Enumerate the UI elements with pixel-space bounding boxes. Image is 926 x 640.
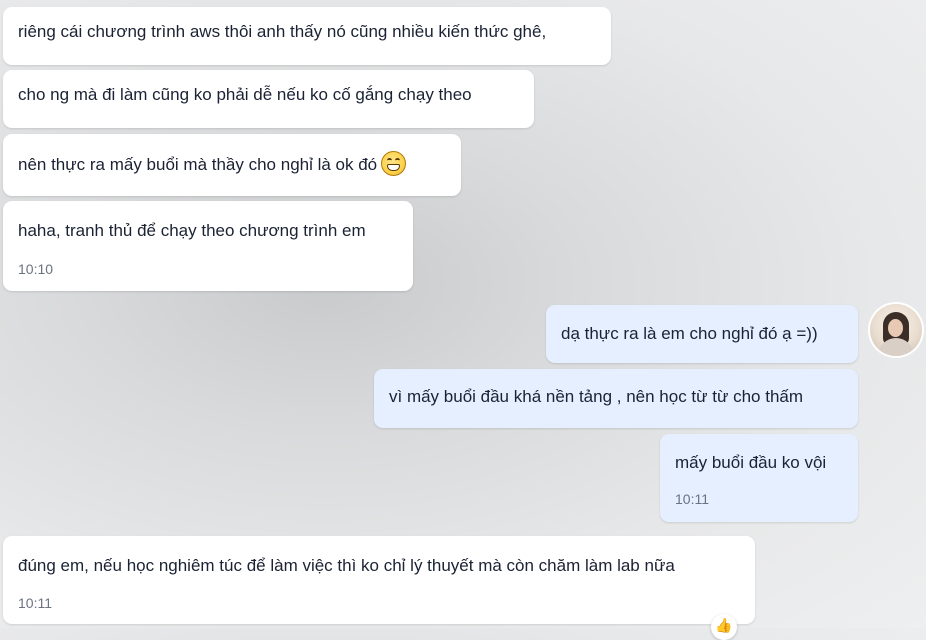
message-content: nên thực ra mấy buổi mà thầy cho nghỉ là… [18,151,407,176]
message-bubble-outgoing[interactable]: vì mấy buổi đầu khá nền tảng , nên học t… [374,369,858,428]
message-text: vì mấy buổi đầu khá nền tảng , nên học t… [389,387,804,406]
message-timestamp: 10:11 [18,595,52,611]
message-text: cho ng mà đi làm cũng ko phải dễ nếu ko … [18,85,472,104]
message-timestamp: 10:10 [18,261,54,277]
message-bubble-incoming[interactable]: nên thực ra mấy buổi mà thầy cho nghỉ là… [3,134,461,196]
message-bubble-incoming[interactable]: đúng em, nếu học nghiêm túc để làm việc … [3,536,755,624]
message-text: haha, tranh thủ để chạy theo chương trìn… [18,221,366,240]
message-text: dạ thực ra là em cho nghỉ đó ạ =)) [561,324,818,343]
grinning-face-icon [381,151,407,176]
message-timestamp: 10:11 [675,491,709,507]
message-text: riêng cái chương trình aws thôi anh thấy… [18,22,547,41]
message-bubble-outgoing[interactable]: mấy buổi đầu ko vội 10:11 [660,434,858,522]
message-text: mấy buổi đầu ko vội [675,453,827,472]
message-bubble-incoming[interactable]: haha, tranh thủ để chạy theo chương trìn… [3,201,413,291]
message-bubble-outgoing[interactable]: dạ thực ra là em cho nghỉ đó ạ =)) [546,305,858,363]
thumbs-up-icon[interactable]: 👍 [711,614,737,640]
message-text: nên thực ra mấy buổi mà thầy cho nghỉ là… [18,155,378,174]
message-bubble-incoming[interactable]: cho ng mà đi làm cũng ko phải dễ nếu ko … [3,70,534,128]
message-bubble-incoming[interactable]: riêng cái chương trình aws thôi anh thấy… [3,7,611,65]
avatar-face [888,319,903,337]
message-text: đúng em, nếu học nghiêm túc để làm việc … [18,556,675,575]
user-avatar[interactable] [870,304,922,356]
